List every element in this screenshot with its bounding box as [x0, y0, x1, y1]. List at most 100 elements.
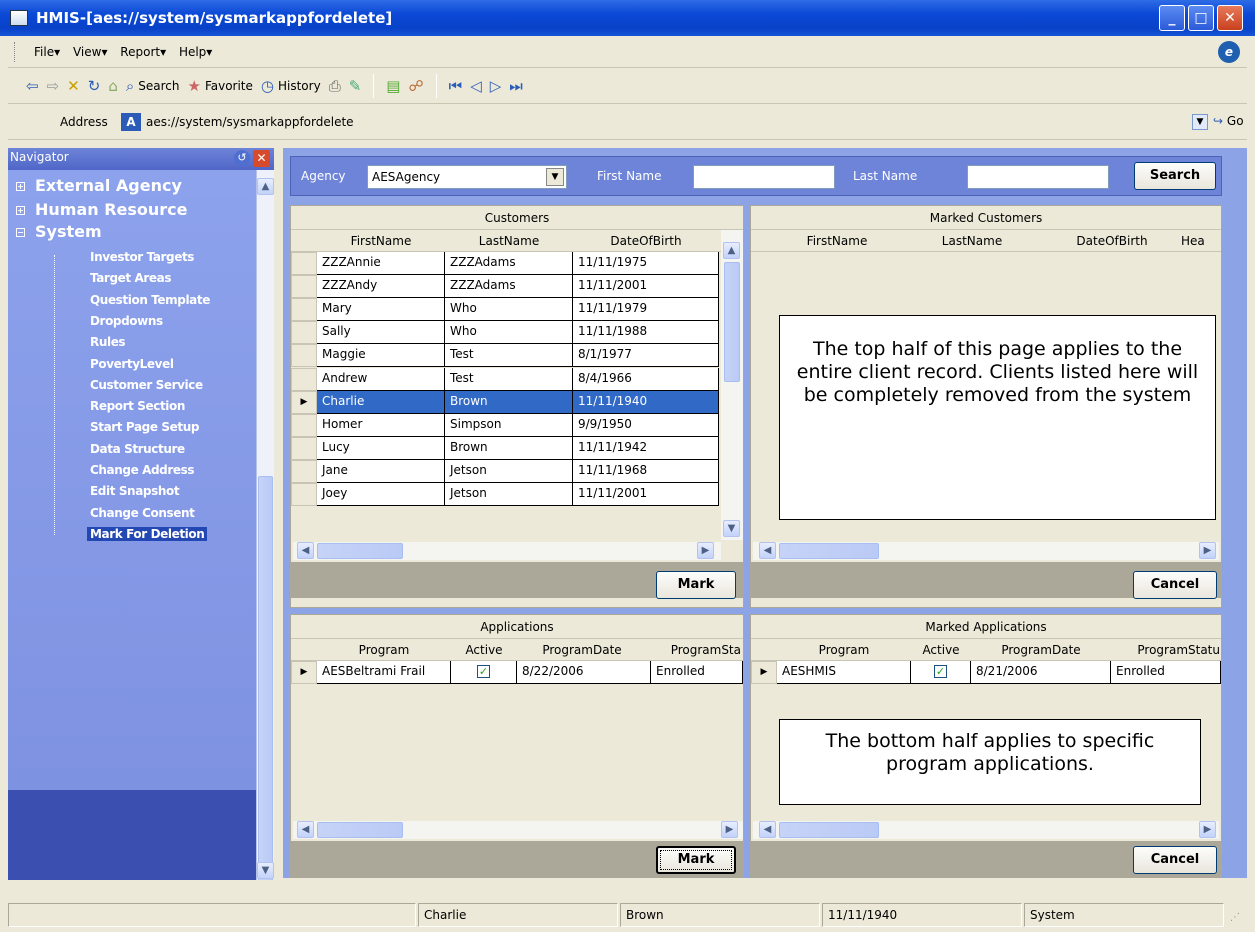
minimize-button[interactable]: _ — [1159, 5, 1185, 31]
nav-item-dropdowns[interactable]: Dropdowns — [90, 314, 163, 328]
nav-item-change-address[interactable]: Change Address — [90, 463, 195, 477]
col-firstname[interactable]: FirstName — [777, 234, 897, 248]
cell-lastname[interactable]: Simpson — [445, 413, 573, 437]
cell-lastname[interactable]: ZZZAdams — [445, 275, 573, 299]
row-selector-icon[interactable]: ▶ — [751, 661, 777, 684]
nav-item-edit-snapshot[interactable]: Edit Snapshot — [90, 484, 180, 498]
maximize-button[interactable]: □ — [1188, 5, 1214, 31]
menu-report[interactable]: Report▾ — [120, 36, 166, 68]
tree-node-system[interactable]: − System — [16, 222, 102, 241]
col-program[interactable]: Program — [777, 643, 911, 657]
col-active[interactable]: Active — [911, 643, 971, 657]
address-dropdown-icon[interactable]: ▼ — [1192, 114, 1208, 130]
checkbox-checked-icon[interactable]: ✓ — [477, 665, 490, 678]
cell-dateofbirth[interactable]: 11/11/1940 — [573, 390, 719, 414]
col-head[interactable]: Hea — [1179, 234, 1219, 248]
forward-icon[interactable]: ⇨ — [47, 77, 60, 95]
col-programstatus[interactable]: ProgramSta — [651, 643, 743, 657]
users-icon[interactable]: ☍ — [408, 77, 423, 95]
cell-firstname[interactable]: Jane — [317, 459, 445, 483]
cell-dateofbirth[interactable]: 11/11/1975 — [573, 252, 719, 275]
row-selector-icon[interactable] — [291, 321, 317, 345]
cell-firstname[interactable]: Sally — [317, 321, 445, 345]
row-selector-icon[interactable] — [291, 413, 317, 437]
cell-lastname[interactable]: Brown — [445, 436, 573, 460]
customers-hscrollbar[interactable]: ◀ ▶ — [293, 542, 721, 560]
home-icon[interactable]: ⌂ — [108, 77, 118, 95]
cell-active[interactable]: ✓ — [451, 661, 517, 684]
mark-customer-button[interactable]: Mark — [656, 571, 736, 599]
history-button[interactable]: ◷ History — [261, 77, 321, 95]
scroll-left-icon[interactable]: ◀ — [297, 542, 314, 559]
marked-customers-hscroll-thumb[interactable] — [779, 543, 879, 559]
menu-view[interactable]: View▾ — [73, 36, 108, 68]
back-icon[interactable]: ⇦ — [26, 77, 39, 95]
agency-dropdown-icon[interactable]: ▼ — [546, 168, 564, 186]
navigator-scroll-thumb[interactable] — [258, 476, 273, 908]
col-programdate[interactable]: ProgramDate — [971, 643, 1111, 657]
pin-icon[interactable]: ↺ — [234, 150, 250, 166]
cell-programdate[interactable]: 8/21/2006 — [971, 661, 1111, 684]
scroll-right-icon[interactable]: ▶ — [697, 542, 714, 559]
scroll-right-icon[interactable]: ▶ — [1199, 542, 1216, 559]
go-button[interactable]: ↪ Go — [1213, 114, 1244, 128]
row-selector-icon[interactable] — [291, 344, 317, 368]
cell-dateofbirth[interactable]: 11/11/2001 — [573, 483, 719, 506]
close-button[interactable]: ✕ — [1217, 5, 1243, 31]
row-selector-icon[interactable] — [291, 298, 317, 322]
last-record-icon[interactable]: ⏭ — [509, 77, 523, 95]
cell-lastname[interactable]: Jetson — [445, 459, 573, 483]
scroll-right-icon[interactable]: ▶ — [1199, 821, 1216, 838]
row-selector-icon[interactable] — [291, 367, 317, 391]
col-program[interactable]: Program — [317, 643, 451, 657]
first-record-icon[interactable]: ⏮ — [449, 77, 463, 95]
marked-customers-hscrollbar[interactable]: ◀ ▶ — [753, 542, 1219, 560]
nav-item-data-structure[interactable]: Data Structure — [90, 442, 185, 456]
resize-grip-icon[interactable]: ⋰ — [1230, 912, 1240, 923]
cell-programstatus[interactable]: Enrolled — [651, 661, 743, 684]
favorite-button[interactable]: ★ Favorite — [187, 77, 252, 95]
refresh-icon[interactable]: ↻ — [88, 77, 101, 95]
cell-active[interactable]: ✓ — [911, 661, 971, 684]
cell-lastname[interactable]: Who — [445, 298, 573, 322]
cell-firstname[interactable]: Joey — [317, 483, 445, 506]
scroll-down-icon[interactable]: ▼ — [257, 862, 274, 879]
nav-item-target-areas[interactable]: Target Areas — [90, 271, 171, 285]
customers-hscroll-thumb[interactable] — [317, 543, 403, 559]
cell-lastname[interactable]: Brown — [445, 390, 573, 414]
cell-lastname[interactable]: Jetson — [445, 483, 573, 506]
navigator-scrollbar[interactable]: ▲ ▼ — [256, 170, 274, 908]
first-name-input[interactable] — [693, 165, 835, 189]
row-selector-icon[interactable] — [291, 436, 317, 460]
scroll-up-icon[interactable]: ▲ — [723, 242, 740, 259]
nav-item-investor-targets[interactable]: Investor Targets — [90, 250, 194, 264]
search-button[interactable]: ⌕ Search — [126, 77, 180, 95]
next-record-icon[interactable]: ▷ — [490, 77, 502, 95]
cell-firstname[interactable]: Maggie — [317, 344, 445, 368]
row-selector-icon[interactable] — [291, 275, 317, 299]
search-button[interactable]: Search — [1134, 162, 1216, 190]
cell-firstname[interactable]: Homer — [317, 413, 445, 437]
checkbox-checked-icon[interactable]: ✓ — [934, 665, 947, 678]
nav-item-rules[interactable]: Rules — [90, 335, 126, 349]
cancel-customer-button[interactable]: Cancel — [1133, 571, 1217, 599]
scroll-right-icon[interactable]: ▶ — [721, 821, 738, 838]
nav-item-change-consent[interactable]: Change Consent — [90, 506, 195, 520]
col-lastname[interactable]: LastName — [445, 234, 573, 248]
customers-vscrollbar[interactable]: ▲ ▼ — [721, 230, 743, 540]
cell-dateofbirth[interactable]: 11/11/1942 — [573, 436, 719, 460]
applications-hscrollbar[interactable]: ◀ ▶ — [293, 821, 743, 839]
cell-lastname[interactable]: Who — [445, 321, 573, 345]
col-programstatus[interactable]: ProgramStatu — [1113, 643, 1221, 657]
cell-programstatus[interactable]: Enrolled — [1111, 661, 1221, 684]
col-lastname[interactable]: LastName — [897, 234, 1047, 248]
marked-applications-hscrollbar[interactable]: ◀ ▶ — [753, 821, 1219, 839]
marked-applications-hscroll-thumb[interactable] — [779, 822, 879, 838]
cell-firstname[interactable]: Andrew — [317, 367, 445, 391]
col-active[interactable]: Active — [451, 643, 517, 657]
cell-dateofbirth[interactable]: 9/9/1950 — [573, 413, 719, 437]
cancel-application-button[interactable]: Cancel — [1133, 846, 1217, 874]
menu-file[interactable]: File▾ — [34, 36, 60, 68]
cell-lastname[interactable]: Test — [445, 344, 573, 368]
nav-item-report-section[interactable]: Report Section — [90, 399, 185, 413]
